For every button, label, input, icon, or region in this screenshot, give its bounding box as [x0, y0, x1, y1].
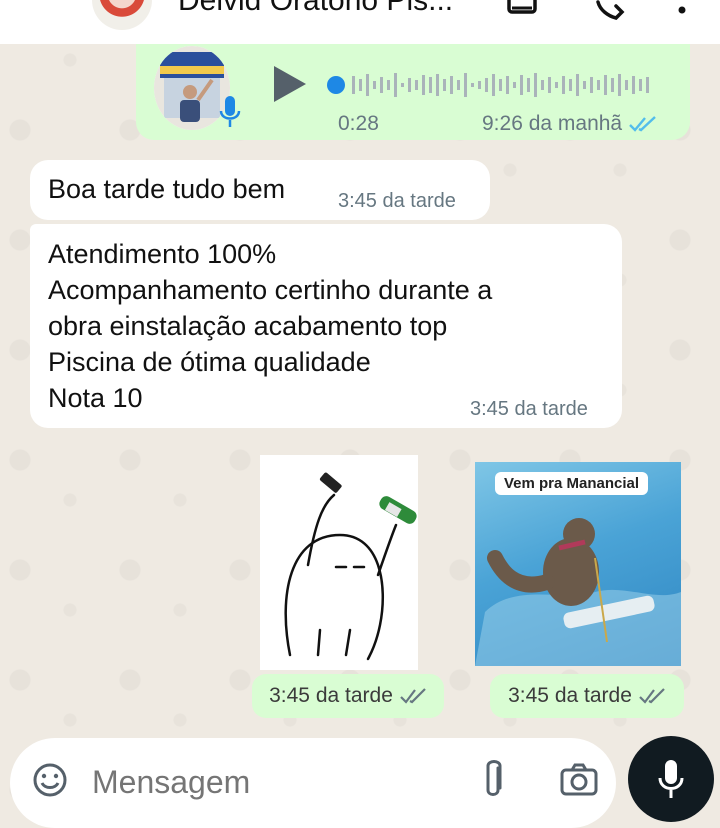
phone-icon[interactable] — [592, 0, 626, 22]
voice-duration: 0:28 — [338, 112, 379, 135]
sticker-time-text: 3:45 da tarde — [508, 684, 632, 707]
microphone-icon — [658, 760, 684, 798]
chat-header: Delvid Oratono Pis... — [0, 0, 720, 44]
contact-name[interactable]: Delvid Oratono Pis... — [178, 0, 453, 18]
message-line: obra einstalação acabamento top — [48, 311, 448, 341]
read-receipt-icon — [629, 116, 656, 133]
emoji-sticker-icon[interactable] — [32, 762, 68, 798]
sticker-timestamp: 3:45 da tarde — [490, 674, 684, 718]
sticker-time-text: 3:45 da tarde — [269, 684, 393, 707]
message-line: Acompanhamento certinho durante a — [48, 275, 493, 305]
sticker-meme-drawing[interactable] — [260, 455, 418, 670]
sticker-drawing — [284, 472, 417, 661]
camera-icon[interactable] — [560, 762, 598, 796]
attach-icon[interactable] — [480, 758, 506, 802]
message-text: Boa tarde tudo bem — [48, 174, 286, 204]
mic-badge-icon — [219, 96, 241, 127]
delivered-ticks-icon — [639, 688, 665, 705]
sticker-squirrel-waterski[interactable]: Vem pra Manancial — [475, 462, 681, 666]
message-time: 3:45 da tarde — [338, 190, 456, 212]
message-text-block: Atendimento 100% Acompanhamento certinho… — [48, 236, 492, 416]
play-icon[interactable] — [272, 64, 308, 104]
message-line: Piscina de ótima qualidade — [48, 347, 371, 377]
message-time: 3:45 da tarde — [470, 398, 588, 420]
sticker-timestamp: 3:45 da tarde — [252, 674, 444, 718]
video-call-icon[interactable] — [506, 0, 544, 22]
contact-avatar[interactable] — [92, 0, 152, 30]
more-vert-icon[interactable] — [674, 0, 690, 22]
message-input[interactable] — [92, 762, 452, 802]
back-arrow-icon[interactable] — [22, 0, 62, 16]
sticker-image — [475, 518, 681, 666]
incoming-message-bubble[interactable]: Atendimento 100% Acompanhamento certinho… — [30, 224, 622, 428]
delivered-ticks-icon — [400, 688, 426, 705]
message-line: Atendimento 100% — [48, 239, 277, 269]
voice-record-button[interactable] — [628, 736, 714, 822]
voice-timestamp: 9:26 da manhã — [482, 112, 658, 136]
message-line: Nota 10 — [48, 383, 143, 413]
incoming-message-bubble[interactable]: Boa tarde tudo bem 3:45 da tarde — [30, 160, 490, 220]
voice-time-text: 9:26 da manhã — [482, 112, 623, 135]
audio-waveform[interactable] — [326, 68, 666, 102]
